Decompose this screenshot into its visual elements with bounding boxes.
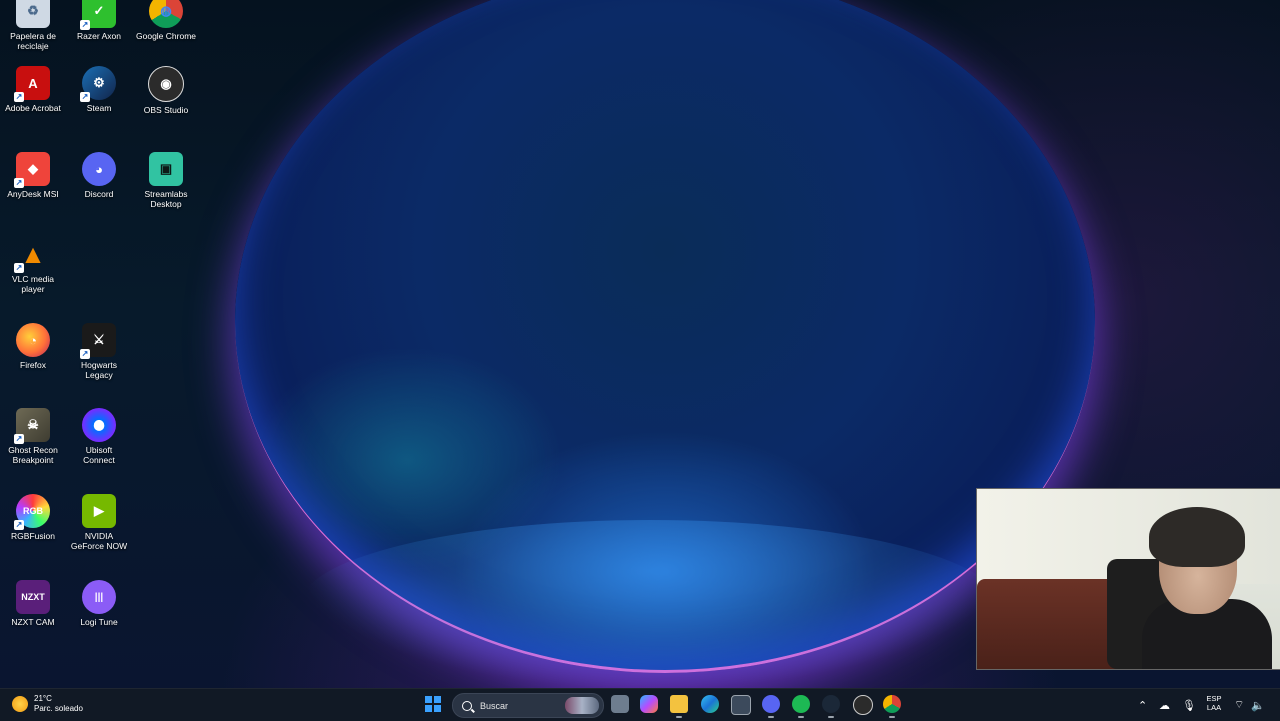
desktop-icon-label: Ghost Recon Breakpoint xyxy=(8,445,58,465)
desktop-icon-anydesk[interactable]: ◆ ↗ AnyDesk MSI xyxy=(3,152,63,199)
streamlabs-icon: ▣ xyxy=(149,152,183,186)
desktop-icon-label: Firefox xyxy=(20,360,46,370)
desktop-icon-label: RGBFusion xyxy=(11,531,55,541)
desktop-icon-firefox[interactable]: ◔ Firefox xyxy=(3,323,63,370)
show-hidden-icons-chevron-icon[interactable]: ⌃ xyxy=(1138,689,1147,721)
desktop-icon-obs-studio[interactable]: ◉ OBS Studio xyxy=(136,66,196,115)
desktop-icon-hogwarts-legacy[interactable]: ⚔ ↗ Hogwarts Legacy xyxy=(69,323,129,380)
rgbfusion-icon: RGB ↗ xyxy=(14,494,50,530)
recycle-bin-icon: ♻ xyxy=(16,0,50,28)
copilot-icon[interactable] xyxy=(640,695,658,713)
search-highlight-image xyxy=(565,697,599,714)
windows-logo-icon xyxy=(425,696,432,703)
shortcut-arrow-icon: ↗ xyxy=(14,92,24,102)
search-placeholder: Buscar xyxy=(480,700,509,711)
weather-description: Parc. soleado xyxy=(34,704,83,713)
desktop-icon-label: Discord xyxy=(84,189,114,199)
desktop-icon-label: AnyDesk MSI xyxy=(7,189,59,199)
desktop-icon-discord[interactable]: ◕ Discord xyxy=(69,152,129,199)
desktop-icon-nvidia-geforce-now[interactable]: ▶ NVIDIA GeForce NOW xyxy=(69,494,129,551)
desktop-icon-label: Papelera de reciclaje xyxy=(10,31,56,51)
weather-widget[interactable]: 21°C Parc. soleado xyxy=(12,694,83,714)
desktop-icon-recycle-bin[interactable]: ♻ Papelera de reciclaje xyxy=(3,0,63,51)
wallpaper-glow xyxy=(300,520,1000,688)
input-language-indicator[interactable]: ESP LAA xyxy=(1203,694,1225,712)
desktop-icon-label: NZXT CAM xyxy=(11,617,55,627)
steam-icon: ⚙ ↗ xyxy=(80,66,116,102)
volume-icon[interactable]: 🔈 xyxy=(1251,689,1265,721)
desktop-icon-rgbfusion[interactable]: RGB ↗ RGBFusion xyxy=(3,494,63,541)
desktop-icon-label: Steam xyxy=(86,103,112,113)
microsoft-store-icon[interactable] xyxy=(731,695,751,715)
shortcut-arrow-icon: ↗ xyxy=(14,263,24,273)
desktop-icon-steam[interactable]: ⚙ ↗ Steam xyxy=(69,66,129,113)
wifi-icon[interactable]: ⌔ xyxy=(1234,689,1244,721)
taskbar-obs-icon[interactable] xyxy=(853,695,873,715)
search-icon xyxy=(462,700,472,711)
webcam-overlay xyxy=(976,488,1280,670)
desktop-icon-google-chrome[interactable]: ◍ Google Chrome xyxy=(136,0,196,41)
adobe-acrobat-icon: A ↗ xyxy=(14,66,50,102)
file-explorer-icon[interactable] xyxy=(670,695,688,713)
spotify-icon[interactable] xyxy=(792,695,810,713)
desktop-icon-label: NVIDIA GeForce NOW xyxy=(70,531,128,551)
desktop-icon-vlc[interactable]: ▲ ↗ VLC media player xyxy=(3,237,63,295)
start-button[interactable] xyxy=(425,696,441,712)
taskbar-chrome-icon[interactable] xyxy=(883,695,901,713)
task-view-icon[interactable] xyxy=(611,695,629,713)
desktop-icon-label: Hogwarts Legacy xyxy=(81,360,117,380)
desktop-icon-nzxt-cam[interactable]: NZXT NZXT CAM xyxy=(3,580,63,627)
ghost-recon-icon: ☠ ↗ xyxy=(14,408,50,444)
desktop-icon-ghost-recon[interactable]: ☠ ↗ Ghost Recon Breakpoint xyxy=(3,408,63,465)
desktop-icon-label: VLC media player xyxy=(11,274,55,294)
shortcut-arrow-icon: ↗ xyxy=(80,92,90,102)
desktop-icon-label: Google Chrome xyxy=(136,31,197,41)
microphone-icon[interactable]: 🎙 xyxy=(1182,689,1196,721)
webcam-sofa xyxy=(977,579,1127,669)
desktop-icon-label: Streamlabs Desktop xyxy=(144,189,188,209)
shortcut-arrow-icon: ↗ xyxy=(14,178,24,188)
desktop-icon-logi-tune[interactable]: ||| Logi Tune xyxy=(69,580,129,627)
shortcut-arrow-icon: ↗ xyxy=(14,520,24,530)
nvidia-geforce-now-icon: ▶ xyxy=(82,494,116,528)
chrome-icon: ◍ xyxy=(149,0,183,28)
desktop-icon-streamlabs[interactable]: ▣ Streamlabs Desktop xyxy=(136,152,196,209)
weather-temperature: 21°C xyxy=(34,694,52,703)
webcam-person-hair xyxy=(1149,507,1245,567)
desktop-icon-label: Logi Tune xyxy=(80,617,118,627)
shortcut-arrow-icon: ↗ xyxy=(14,434,24,444)
discord-icon: ◕ xyxy=(82,152,116,186)
vlc-icon: ▲ ↗ xyxy=(14,238,46,273)
desktop-icon-ubisoft-connect[interactable]: ◎ Ubisoft Connect xyxy=(69,408,129,465)
desktop-icon-label: Adobe Acrobat xyxy=(5,103,61,113)
nzxt-cam-icon: NZXT xyxy=(16,580,50,614)
onedrive-cloud-icon[interactable]: ☁ xyxy=(1159,689,1170,721)
ubisoft-connect-icon: ◎ xyxy=(82,408,116,442)
shortcut-arrow-icon: ↗ xyxy=(80,349,90,359)
desktop-icon-label: Razer Axon xyxy=(77,31,121,41)
firefox-icon: ◔ xyxy=(16,323,50,357)
obs-studio-icon: ◉ xyxy=(148,66,184,102)
edge-icon[interactable] xyxy=(701,695,719,713)
logi-tune-icon: ||| xyxy=(82,580,116,614)
razer-axon-icon: ✓ ↗ xyxy=(80,0,116,30)
shortcut-arrow-icon: ↗ xyxy=(80,20,90,30)
taskbar-discord-icon[interactable] xyxy=(762,695,780,713)
desktop-icon-adobe-acrobat[interactable]: A ↗ Adobe Acrobat xyxy=(3,66,63,113)
hogwarts-legacy-icon: ⚔ ↗ xyxy=(80,323,116,359)
desktop-icon-label: Ubisoft Connect xyxy=(83,445,115,465)
taskbar-steam-icon[interactable] xyxy=(822,695,840,713)
desktop-icon-label: OBS Studio xyxy=(143,105,189,115)
anydesk-icon: ◆ ↗ xyxy=(14,152,50,188)
desktop-icon-razer-axon[interactable]: ✓ ↗ Razer Axon xyxy=(69,0,129,41)
weather-sun-icon xyxy=(12,696,28,712)
taskbar: 21°C Parc. soleado Buscar ⌃ ☁ 🎙 ESP LAA … xyxy=(0,688,1280,721)
taskbar-search-box[interactable]: Buscar xyxy=(452,693,604,718)
